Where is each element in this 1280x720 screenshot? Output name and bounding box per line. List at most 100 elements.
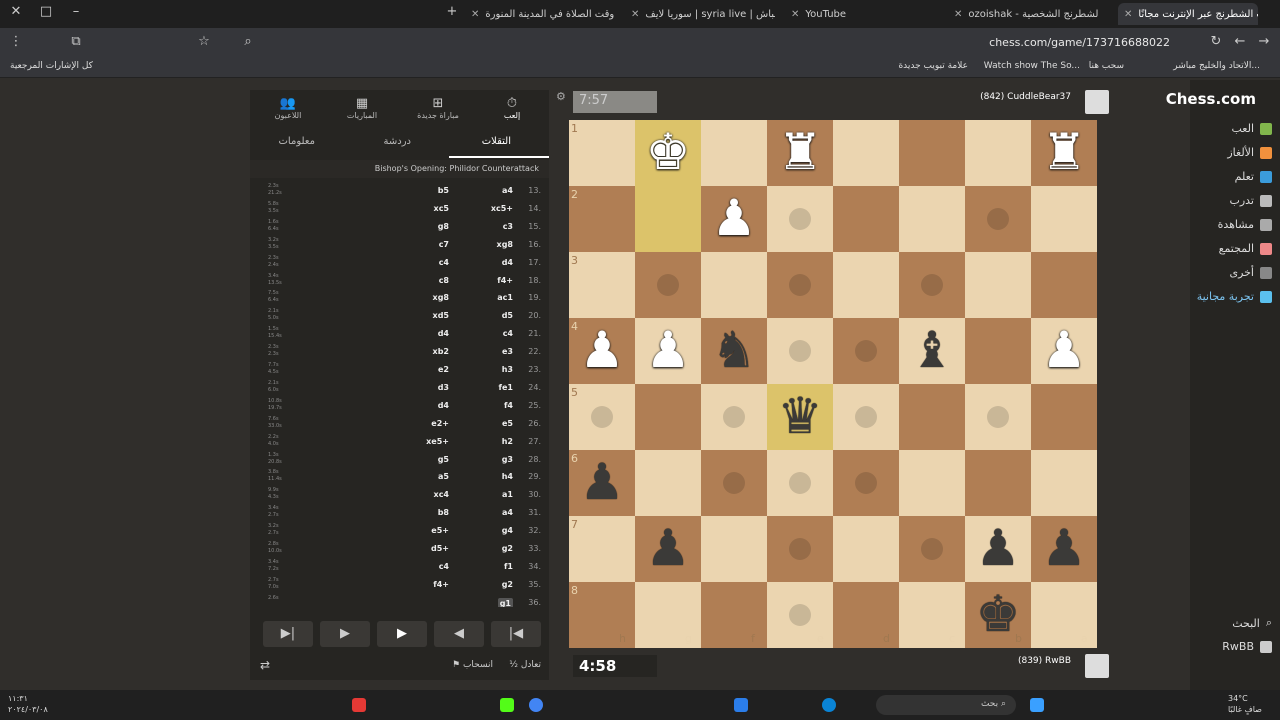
close-icon[interactable]: ✕ — [631, 9, 639, 20]
url-field[interactable]: chess.com/game/173716688022 — [989, 36, 1170, 49]
board-square[interactable] — [965, 318, 1031, 384]
tab-prayer-time[interactable]: ✕ وقت الصلاة في المدينة المنورة — [465, 3, 615, 25]
board-square[interactable] — [1031, 450, 1097, 516]
legal-move-dot[interactable] — [723, 472, 745, 494]
chess-logo[interactable]: Chess.com — [1166, 90, 1256, 108]
white-move[interactable]: a4 — [502, 508, 513, 517]
nav-more[interactable]: أخرى — [1229, 266, 1272, 279]
close-icon[interactable]: ✕ — [791, 9, 799, 20]
legal-move-dot[interactable] — [789, 274, 811, 296]
white-move[interactable]: fe1 — [499, 383, 513, 392]
star-icon[interactable]: ☆ — [196, 34, 212, 49]
black-move[interactable]: d4 — [438, 401, 449, 410]
board-square[interactable] — [1031, 252, 1097, 318]
nav-train[interactable]: تدرب — [1229, 194, 1272, 207]
first-move-button[interactable]: |◀ — [491, 621, 541, 647]
avatar[interactable] — [1085, 654, 1109, 678]
reload-icon[interactable]: ↻ — [1208, 34, 1224, 49]
white-move[interactable]: d4 — [502, 258, 513, 267]
board-square[interactable] — [833, 186, 899, 252]
legal-move-dot[interactable] — [987, 208, 1009, 230]
clock-tray[interactable]: ١١:٣١ ٢٠٢٤/٠٣/٠٨ — [8, 693, 48, 715]
legal-move-dot[interactable] — [789, 340, 811, 362]
board-square[interactable] — [701, 252, 767, 318]
black-move[interactable]: xb2 — [433, 347, 449, 356]
board-square[interactable] — [569, 186, 635, 252]
window-maximize-icon[interactable]: □ — [38, 4, 54, 19]
board-square[interactable] — [701, 582, 767, 648]
legal-move-dot[interactable] — [657, 274, 679, 296]
white-move[interactable]: h3 — [502, 365, 513, 374]
black-move[interactable]: xc4 — [434, 490, 449, 499]
black-move[interactable]: c4 — [439, 258, 449, 267]
bookmark-new-tab[interactable]: علامة تبويب جديدة — [898, 61, 968, 71]
legal-move-dot[interactable] — [921, 274, 943, 296]
app-icon[interactable] — [352, 698, 366, 712]
last-move-button[interactable]: ▶| — [263, 621, 313, 647]
legal-move-dot[interactable] — [789, 538, 811, 560]
board-square[interactable] — [701, 120, 767, 186]
forward-icon[interactable]: → — [1256, 34, 1272, 49]
bookmark-ittihad[interactable]: الاتحاد والخليج مباشر... — [1173, 61, 1260, 71]
board-square[interactable] — [965, 450, 1031, 516]
black-move[interactable]: d3 — [438, 383, 449, 392]
extensions-icon[interactable]: ⧉ — [68, 34, 84, 49]
nav-watch[interactable]: مشاهدة — [1218, 218, 1272, 231]
tab-games[interactable]: ▦ المباريات — [325, 96, 399, 120]
black-move[interactable]: e5+ — [431, 526, 449, 535]
legal-move-dot[interactable] — [987, 406, 1009, 428]
black-pawn[interactable]: ♟ — [965, 516, 1031, 582]
new-tab-icon[interactable]: + — [444, 4, 460, 19]
black-pawn[interactable]: ♟ — [569, 450, 635, 516]
tab-ozoishak[interactable]: ✕ozoishak - حة الشطرنج الشخصية — [948, 3, 1098, 25]
tab-youtube[interactable]: ✕ YouTube — [785, 3, 935, 25]
nav-user[interactable]: RwBB — [1222, 640, 1272, 653]
white-move[interactable]: f4 — [504, 401, 513, 410]
legal-move-dot[interactable] — [855, 472, 877, 494]
draw-button[interactable]: ½ تعادل — [509, 660, 541, 670]
window-minimize-icon[interactable]: – — [68, 4, 84, 19]
black-move[interactable]: xe5+ — [426, 437, 449, 446]
search-icon[interactable]: ⌕ — [240, 34, 256, 49]
taskbar-search[interactable]: بحث ⌕ — [876, 695, 1016, 715]
nav-play[interactable]: العب — [1231, 122, 1272, 135]
white-move[interactable]: xg8 — [497, 240, 513, 249]
white-move[interactable]: g3 — [502, 455, 513, 464]
white-rook[interactable]: ♜ — [767, 120, 833, 186]
kick-icon[interactable] — [500, 698, 514, 712]
black-move[interactable]: d5+ — [431, 544, 449, 553]
black-queen[interactable]: ♛ — [767, 384, 833, 450]
board-square[interactable] — [899, 582, 965, 648]
board-square[interactable] — [1031, 384, 1097, 450]
tab-syria-live[interactable]: ✕سوريا لايف | syria live | بث مباش — [625, 3, 775, 25]
legal-move-dot[interactable] — [921, 538, 943, 560]
nav-puzzles[interactable]: الألغاز — [1227, 146, 1272, 159]
black-pawn[interactable]: ♟ — [1031, 516, 1097, 582]
tab-chat[interactable]: دردشة — [384, 136, 411, 147]
edge-icon[interactable] — [822, 698, 836, 712]
white-king[interactable]: ♚ — [635, 120, 701, 186]
board-square[interactable] — [965, 120, 1031, 186]
board-square[interactable] — [569, 516, 635, 582]
board-square[interactable] — [833, 120, 899, 186]
nav-community[interactable]: المجتمع — [1219, 242, 1272, 255]
close-icon[interactable]: ✕ — [471, 9, 479, 20]
black-move[interactable]: a5 — [438, 472, 449, 481]
legal-move-dot[interactable] — [591, 406, 613, 428]
board-square[interactable] — [1031, 186, 1097, 252]
legal-move-dot[interactable] — [855, 340, 877, 362]
white-pawn[interactable]: ♟ — [1031, 318, 1097, 384]
legal-move-dot[interactable] — [789, 208, 811, 230]
white-move[interactable]: g2 — [502, 544, 513, 553]
close-icon[interactable]: ✕ — [954, 9, 962, 20]
black-knight[interactable]: ♞ — [701, 318, 767, 384]
tab-chess-play[interactable]: ✕إلعب الشطرنج عبر الإنترنت مجانًا — [1118, 3, 1258, 25]
white-move[interactable]: a4 — [502, 186, 513, 195]
black-move[interactable]: f4+ — [433, 580, 449, 589]
legal-move-dot[interactable] — [723, 406, 745, 428]
board-square[interactable] — [635, 186, 701, 252]
white-pawn[interactable]: ♟ — [569, 318, 635, 384]
bookmark-pull[interactable]: سحب هنا — [1089, 61, 1124, 71]
window-close-icon[interactable]: ✕ — [8, 4, 24, 19]
board-square[interactable] — [635, 450, 701, 516]
